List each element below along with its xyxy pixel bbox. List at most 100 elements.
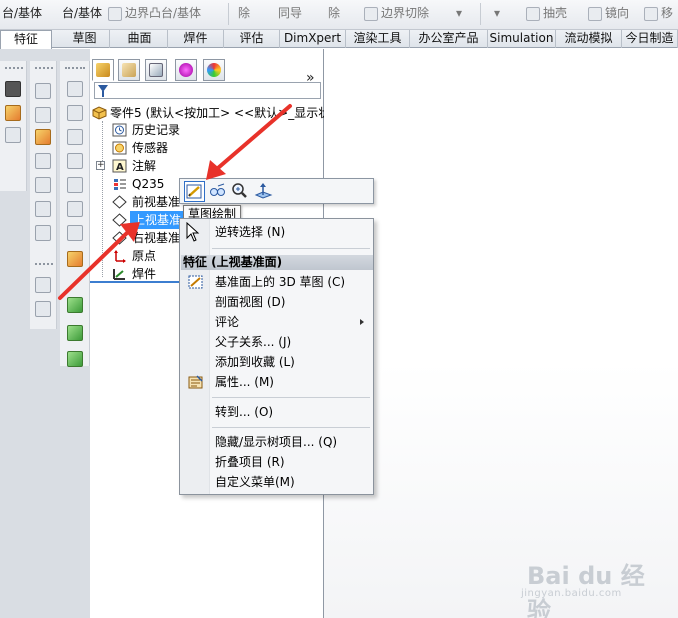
expand-icon[interactable]: + xyxy=(96,161,105,170)
plane-icon xyxy=(112,195,127,209)
tab-render-tools[interactable]: 渲染工具 xyxy=(346,30,410,48)
tab-evaluate[interactable]: 评估 xyxy=(224,30,280,48)
feature-tree-icon xyxy=(96,63,110,77)
text-icon[interactable] xyxy=(35,83,51,99)
menu-item-3d-sketch-on-plane[interactable]: 基准面上的 3D 草图 (C) xyxy=(180,272,373,292)
cut-button[interactable]: 除 xyxy=(238,0,250,26)
origin-icon xyxy=(114,250,126,263)
display-manager-icon xyxy=(207,63,221,77)
drag-handle[interactable] xyxy=(5,67,23,70)
boss-base-button[interactable]: 台/基体 xyxy=(2,0,42,26)
tree-item-history[interactable]: 历史记录 xyxy=(110,121,320,139)
context-menu: 逆转选择 (N) 特征 (上视基准面) 基准面上的 3D 草图 (C) 剖面视图… xyxy=(179,218,374,495)
boundary-cut-button[interactable]: 边界切除 xyxy=(364,0,429,26)
tree-item-sensors[interactable]: 传感器 xyxy=(110,139,320,157)
sensor-icon xyxy=(112,141,127,155)
material-icon xyxy=(114,179,126,190)
display-manager-tab[interactable] xyxy=(203,59,225,81)
menu-item-properties[interactable]: 属性... (M) xyxy=(180,372,373,392)
chamfer-icon[interactable] xyxy=(67,201,83,217)
dropdown-arrow-icon[interactable]: ▾ xyxy=(456,0,462,26)
move-icon xyxy=(644,6,658,21)
menu-item-add-to-favorites[interactable]: 添加到收藏 (L) xyxy=(180,352,373,372)
sweep-icon[interactable] xyxy=(67,129,83,145)
boundary-boss-button[interactable]: 边界凸台/基体 xyxy=(108,0,201,26)
menu-item-collapse[interactable]: 折叠项目 (R) xyxy=(180,452,373,472)
drag-handle[interactable] xyxy=(35,263,53,266)
feature-tree-tab[interactable] xyxy=(92,59,114,81)
note-icon[interactable] xyxy=(35,129,51,145)
chain-icon[interactable] xyxy=(35,225,51,241)
boss-base-button-2[interactable]: 台/基体 xyxy=(62,0,102,26)
gear-icon[interactable] xyxy=(35,201,51,217)
drag-handle[interactable] xyxy=(35,67,53,70)
sketch-button[interactable] xyxy=(184,181,205,202)
watermark-logo: Bai du 经验 xyxy=(527,562,645,618)
zoom-icon xyxy=(232,183,247,198)
dropdown-arrow-icon[interactable]: ▾ xyxy=(494,0,500,26)
table-icon[interactable] xyxy=(35,177,51,193)
balloon-icon[interactable] xyxy=(35,153,51,169)
menu-item-go-to[interactable]: 转到... (O) xyxy=(180,402,373,422)
menu-section-header: 特征 (上视基准面) xyxy=(181,255,373,270)
tree-filter-input[interactable] xyxy=(94,82,321,99)
swept-cut-button[interactable]: 同导 xyxy=(278,0,302,26)
watermark: Bai du 经验 jingyan.baidu.com xyxy=(513,552,663,618)
menu-separator xyxy=(212,427,370,428)
drag-handle[interactable] xyxy=(65,67,85,70)
tree-root-part[interactable]: 零件5 (默认<按加工> <<默认>_显示状 xyxy=(92,104,330,122)
dimxpert-tab[interactable] xyxy=(175,59,197,81)
tab-features[interactable]: 特征 xyxy=(0,30,52,49)
revolve-icon[interactable] xyxy=(67,105,83,121)
tab-manufacturing[interactable]: 今日制造 xyxy=(622,30,678,48)
loft-icon[interactable] xyxy=(67,153,83,169)
menu-item-section-view[interactable]: 剖面视图 (D) xyxy=(180,292,373,312)
menu-item-hide-show-tree[interactable]: 隐藏/显示树项目... (Q) xyxy=(180,432,373,452)
trim-extend-icon[interactable] xyxy=(67,325,83,341)
structural-member-icon[interactable] xyxy=(67,297,83,313)
profile-icon[interactable] xyxy=(35,301,51,317)
menu-item-customize-menu[interactable]: 自定义菜单(M) xyxy=(180,472,373,492)
watermark-url: jingyan.baidu.com xyxy=(521,588,622,599)
tab-weldments[interactable]: 焊件 xyxy=(168,30,224,48)
shell-button[interactable]: 抽壳 xyxy=(526,0,567,26)
mouse-cursor-icon xyxy=(186,222,200,242)
property-manager-tab[interactable] xyxy=(118,59,140,81)
weld-icon[interactable] xyxy=(67,251,83,267)
tab-flow-simulation[interactable]: 流动模拟 xyxy=(556,30,622,48)
normal-to-button[interactable] xyxy=(254,181,275,202)
fillet-icon[interactable] xyxy=(67,177,83,193)
context-toolbar xyxy=(179,178,374,204)
mirror-icon xyxy=(588,6,602,21)
dimension-icon[interactable] xyxy=(35,107,51,123)
cut-button-2[interactable]: 除 xyxy=(328,0,340,26)
camera-icon[interactable] xyxy=(5,81,21,97)
scene-icon[interactable] xyxy=(5,127,21,143)
menu-separator xyxy=(212,397,370,398)
configuration-tab[interactable] xyxy=(145,59,167,81)
tab-surfaces[interactable]: 曲面 xyxy=(112,30,168,48)
zoom-to-selection-button[interactable] xyxy=(230,181,251,202)
move-button[interactable]: 移 xyxy=(644,0,673,26)
tab-office-products[interactable]: 办公室产品 xyxy=(410,30,488,48)
tab-simulation[interactable]: Simulation xyxy=(488,30,556,48)
toolbar-divider xyxy=(480,3,481,25)
graphics-area[interactable] xyxy=(324,49,678,618)
tree-item-annotations[interactable]: + A 注解 xyxy=(96,157,320,175)
extrude-icon[interactable] xyxy=(67,81,83,97)
tab-dimxpert[interactable]: DimXpert xyxy=(280,30,346,48)
menu-item-invert-selection[interactable]: 逆转选择 (N) xyxy=(180,222,373,242)
menu-item-parent-child[interactable]: 父子关系... (J) xyxy=(180,332,373,352)
view-normal-button[interactable] xyxy=(208,181,229,202)
appearance-icon[interactable] xyxy=(5,105,21,121)
toolbar-strip xyxy=(30,61,57,261)
step-icon[interactable] xyxy=(35,277,51,293)
menu-item-comment[interactable]: 评论 xyxy=(180,312,373,332)
plane-icon xyxy=(112,213,127,227)
mirror-button[interactable]: 镜向 xyxy=(588,0,629,26)
end-cap-icon[interactable] xyxy=(67,351,83,367)
shell-icon[interactable] xyxy=(67,225,83,241)
part-icon xyxy=(92,106,107,120)
tab-sketch[interactable]: 草图 xyxy=(60,30,110,48)
submenu-arrow-icon xyxy=(360,319,364,325)
